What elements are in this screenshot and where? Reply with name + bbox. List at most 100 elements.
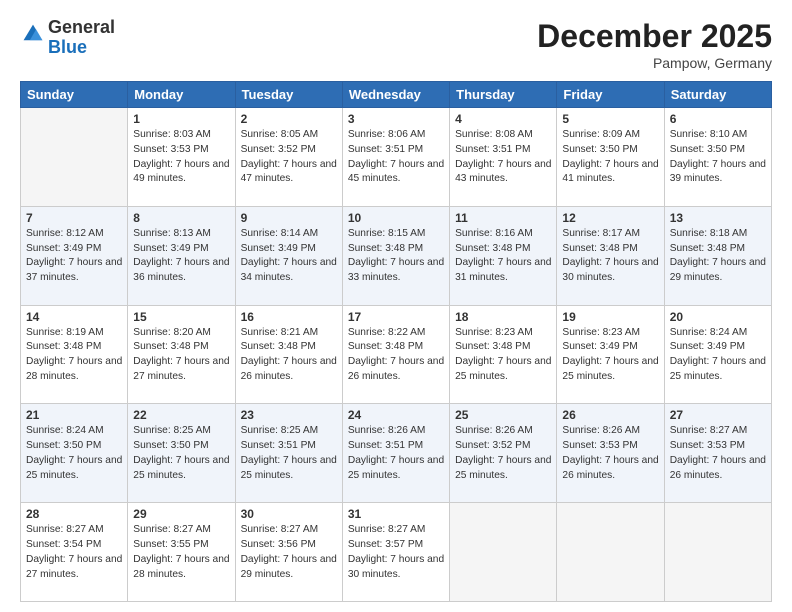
table-row: 8 Sunrise: 8:13 AMSunset: 3:49 PMDaylight…: [128, 206, 235, 305]
day-info: Sunrise: 8:25 AMSunset: 3:51 PMDaylight:…: [241, 424, 337, 483]
header: General Blue December 2025 Pampow, Germa…: [20, 18, 772, 71]
day-number: 19: [562, 310, 658, 324]
day-info: Sunrise: 8:20 AMSunset: 3:48 PMDaylight:…: [133, 326, 229, 385]
day-info: Sunrise: 8:05 AMSunset: 3:52 PMDaylight:…: [241, 128, 337, 187]
day-number: 23: [241, 408, 337, 422]
day-number: 2: [241, 112, 337, 126]
location: Pampow, Germany: [537, 55, 772, 71]
day-info: Sunrise: 8:17 AMSunset: 3:48 PMDaylight:…: [562, 227, 658, 286]
day-number: 30: [241, 507, 337, 521]
day-number: 17: [348, 310, 444, 324]
logo: General Blue: [20, 18, 115, 58]
day-info: Sunrise: 8:26 AMSunset: 3:52 PMDaylight:…: [455, 424, 551, 483]
day-info: Sunrise: 8:03 AMSunset: 3:53 PMDaylight:…: [133, 128, 229, 187]
day-info: Sunrise: 8:06 AMSunset: 3:51 PMDaylight:…: [348, 128, 444, 187]
day-info: Sunrise: 8:16 AMSunset: 3:48 PMDaylight:…: [455, 227, 551, 286]
table-row: 25Sunrise: 8:26 AMSunset: 3:52 PMDayligh…: [450, 404, 557, 503]
table-row: 6 Sunrise: 8:10 AMSunset: 3:50 PMDaylight…: [664, 108, 771, 207]
day-number: 14: [26, 310, 122, 324]
table-row: 12 Sunrise: 8:17 AMSunset: 3:48 PMDayligh…: [557, 206, 664, 305]
day-info: Sunrise: 8:27 AMSunset: 3:57 PMDaylight:…: [348, 523, 444, 582]
calendar-week-row: 1Sunrise: 8:03 AMSunset: 3:53 PMDaylight…: [21, 108, 772, 207]
col-thursday: Thursday: [450, 82, 557, 108]
day-number: 21: [26, 408, 122, 422]
col-tuesday: Tuesday: [235, 82, 342, 108]
day-number: 22: [133, 408, 229, 422]
calendar-week-row: 28 Sunrise: 8:27 AMSunset: 3:54 PMDayligh…: [21, 503, 772, 602]
col-friday: Friday: [557, 82, 664, 108]
table-row: 13Sunrise: 8:18 AMSunset: 3:48 PMDayligh…: [664, 206, 771, 305]
day-info: Sunrise: 8:25 AMSunset: 3:50 PMDaylight:…: [133, 424, 229, 483]
table-row: [21, 108, 128, 207]
day-info: Sunrise: 8:14 AMSunset: 3:49 PMDaylight:…: [241, 227, 337, 286]
day-info: Sunrise: 8:22 AMSunset: 3:48 PMDaylight:…: [348, 326, 444, 385]
col-saturday: Saturday: [664, 82, 771, 108]
table-row: 3 Sunrise: 8:06 AMSunset: 3:51 PMDaylight…: [342, 108, 449, 207]
table-row: 5 Sunrise: 8:09 AMSunset: 3:50 PMDaylight…: [557, 108, 664, 207]
day-info: Sunrise: 8:12 AMSunset: 3:49 PMDaylight:…: [26, 227, 122, 286]
table-row: [450, 503, 557, 602]
table-row: 31 Sunrise: 8:27 AMSunset: 3:57 PMDayligh…: [342, 503, 449, 602]
col-monday: Monday: [128, 82, 235, 108]
table-row: 29Sunrise: 8:27 AMSunset: 3:55 PMDayligh…: [128, 503, 235, 602]
table-row: 9 Sunrise: 8:14 AMSunset: 3:49 PMDaylight…: [235, 206, 342, 305]
table-row: 7Sunrise: 8:12 AMSunset: 3:49 PMDaylight…: [21, 206, 128, 305]
day-number: 31: [348, 507, 444, 521]
day-info: Sunrise: 8:10 AMSunset: 3:50 PMDaylight:…: [670, 128, 766, 187]
day-info: Sunrise: 8:23 AMSunset: 3:48 PMDaylight:…: [455, 326, 551, 385]
logo-blue: Blue: [48, 37, 87, 57]
table-row: 18 Sunrise: 8:23 AMSunset: 3:48 PMDayligh…: [450, 305, 557, 404]
day-number: 28: [26, 507, 122, 521]
day-info: Sunrise: 8:27 AMSunset: 3:54 PMDaylight:…: [26, 523, 122, 582]
table-row: 17 Sunrise: 8:22 AMSunset: 3:48 PMDayligh…: [342, 305, 449, 404]
day-info: Sunrise: 8:21 AMSunset: 3:48 PMDaylight:…: [241, 326, 337, 385]
table-row: 16 Sunrise: 8:21 AMSunset: 3:48 PMDayligh…: [235, 305, 342, 404]
day-info: Sunrise: 8:27 AMSunset: 3:53 PMDaylight:…: [670, 424, 766, 483]
calendar-week-row: 7Sunrise: 8:12 AMSunset: 3:49 PMDaylight…: [21, 206, 772, 305]
day-number: 18: [455, 310, 551, 324]
day-number: 8: [133, 211, 229, 225]
table-row: 2 Sunrise: 8:05 AMSunset: 3:52 PMDaylight…: [235, 108, 342, 207]
table-row: 30 Sunrise: 8:27 AMSunset: 3:56 PMDayligh…: [235, 503, 342, 602]
day-number: 6: [670, 112, 766, 126]
calendar-table: Sunday Monday Tuesday Wednesday Thursday…: [20, 81, 772, 602]
logo-general: General: [48, 17, 115, 37]
calendar-week-row: 21 Sunrise: 8:24 AMSunset: 3:50 PMDayligh…: [21, 404, 772, 503]
table-row: 27Sunrise: 8:27 AMSunset: 3:53 PMDayligh…: [664, 404, 771, 503]
day-number: 20: [670, 310, 766, 324]
day-number: 29: [133, 507, 229, 521]
table-row: 23 Sunrise: 8:25 AMSunset: 3:51 PMDayligh…: [235, 404, 342, 503]
calendar-header-row: Sunday Monday Tuesday Wednesday Thursday…: [21, 82, 772, 108]
table-row: 4 Sunrise: 8:08 AMSunset: 3:51 PMDaylight…: [450, 108, 557, 207]
day-number: 16: [241, 310, 337, 324]
table-row: 11Sunrise: 8:16 AMSunset: 3:48 PMDayligh…: [450, 206, 557, 305]
table-row: 14Sunrise: 8:19 AMSunset: 3:48 PMDayligh…: [21, 305, 128, 404]
day-info: Sunrise: 8:27 AMSunset: 3:56 PMDaylight:…: [241, 523, 337, 582]
day-info: Sunrise: 8:15 AMSunset: 3:48 PMDaylight:…: [348, 227, 444, 286]
day-info: Sunrise: 8:13 AMSunset: 3:49 PMDaylight:…: [133, 227, 229, 286]
col-sunday: Sunday: [21, 82, 128, 108]
day-info: Sunrise: 8:08 AMSunset: 3:51 PMDaylight:…: [455, 128, 551, 187]
table-row: 10 Sunrise: 8:15 AMSunset: 3:48 PMDayligh…: [342, 206, 449, 305]
table-row: 28 Sunrise: 8:27 AMSunset: 3:54 PMDayligh…: [21, 503, 128, 602]
day-info: Sunrise: 8:26 AMSunset: 3:51 PMDaylight:…: [348, 424, 444, 483]
day-number: 26: [562, 408, 658, 422]
day-number: 12: [562, 211, 658, 225]
day-info: Sunrise: 8:24 AMSunset: 3:50 PMDaylight:…: [26, 424, 122, 483]
title-area: December 2025 Pampow, Germany: [537, 18, 772, 71]
table-row: [664, 503, 771, 602]
day-number: 24: [348, 408, 444, 422]
day-number: 13: [670, 211, 766, 225]
day-number: 4: [455, 112, 551, 126]
month-title: December 2025: [537, 18, 772, 55]
day-number: 5: [562, 112, 658, 126]
day-info: Sunrise: 8:09 AMSunset: 3:50 PMDaylight:…: [562, 128, 658, 187]
day-number: 10: [348, 211, 444, 225]
table-row: [557, 503, 664, 602]
day-number: 15: [133, 310, 229, 324]
table-row: 21 Sunrise: 8:24 AMSunset: 3:50 PMDayligh…: [21, 404, 128, 503]
day-number: 3: [348, 112, 444, 126]
day-number: 9: [241, 211, 337, 225]
table-row: 1Sunrise: 8:03 AMSunset: 3:53 PMDaylight…: [128, 108, 235, 207]
calendar-week-row: 14Sunrise: 8:19 AMSunset: 3:48 PMDayligh…: [21, 305, 772, 404]
